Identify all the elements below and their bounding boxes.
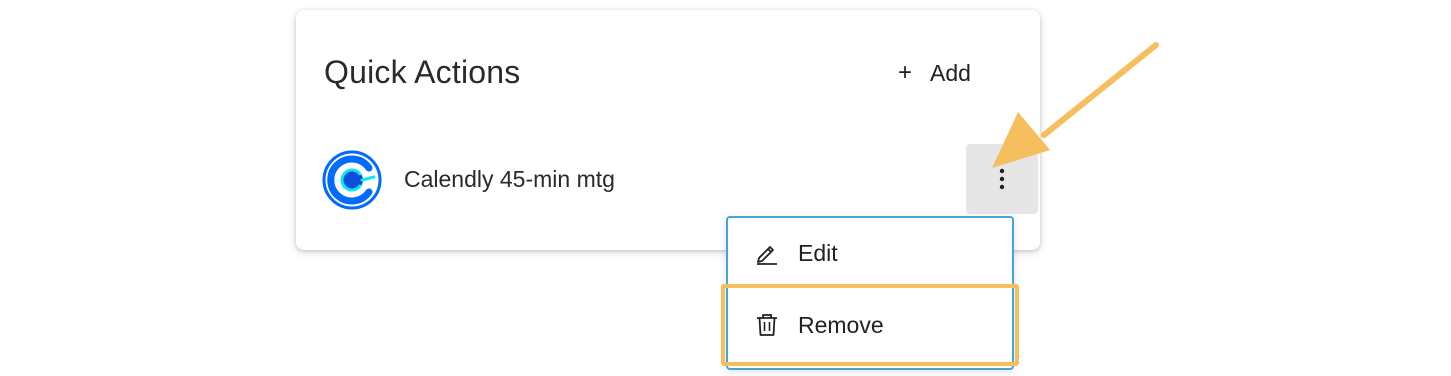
add-button-label: Add: [930, 59, 971, 86]
quick-actions-card: Quick Actions + Add Calendly 45-min mtg: [296, 10, 1040, 250]
add-button[interactable]: + Add: [898, 56, 971, 90]
menu-item-remove[interactable]: Remove: [728, 290, 1012, 360]
card-title: Quick Actions: [324, 54, 521, 90]
quick-action-label: Calendly 45-min mtg: [404, 166, 615, 192]
kebab-menu-button[interactable]: [966, 144, 1038, 214]
trash-icon: [754, 312, 780, 338]
plus-icon: +: [898, 59, 913, 86]
quick-action-item[interactable]: Calendly 45-min mtg: [322, 144, 1038, 214]
menu-item-remove-label: Remove: [798, 311, 884, 338]
calendly-logo-icon: [322, 150, 382, 210]
menu-item-edit-label: Edit: [798, 239, 838, 266]
menu-item-edit[interactable]: Edit: [728, 218, 1012, 288]
kebab-menu-icon: [999, 168, 1005, 190]
actions-dropdown-menu: Edit Remove: [726, 216, 1014, 370]
screen: Quick Actions + Add Calendly 45-min mtg: [0, 0, 1451, 376]
pencil-icon: [754, 240, 780, 266]
